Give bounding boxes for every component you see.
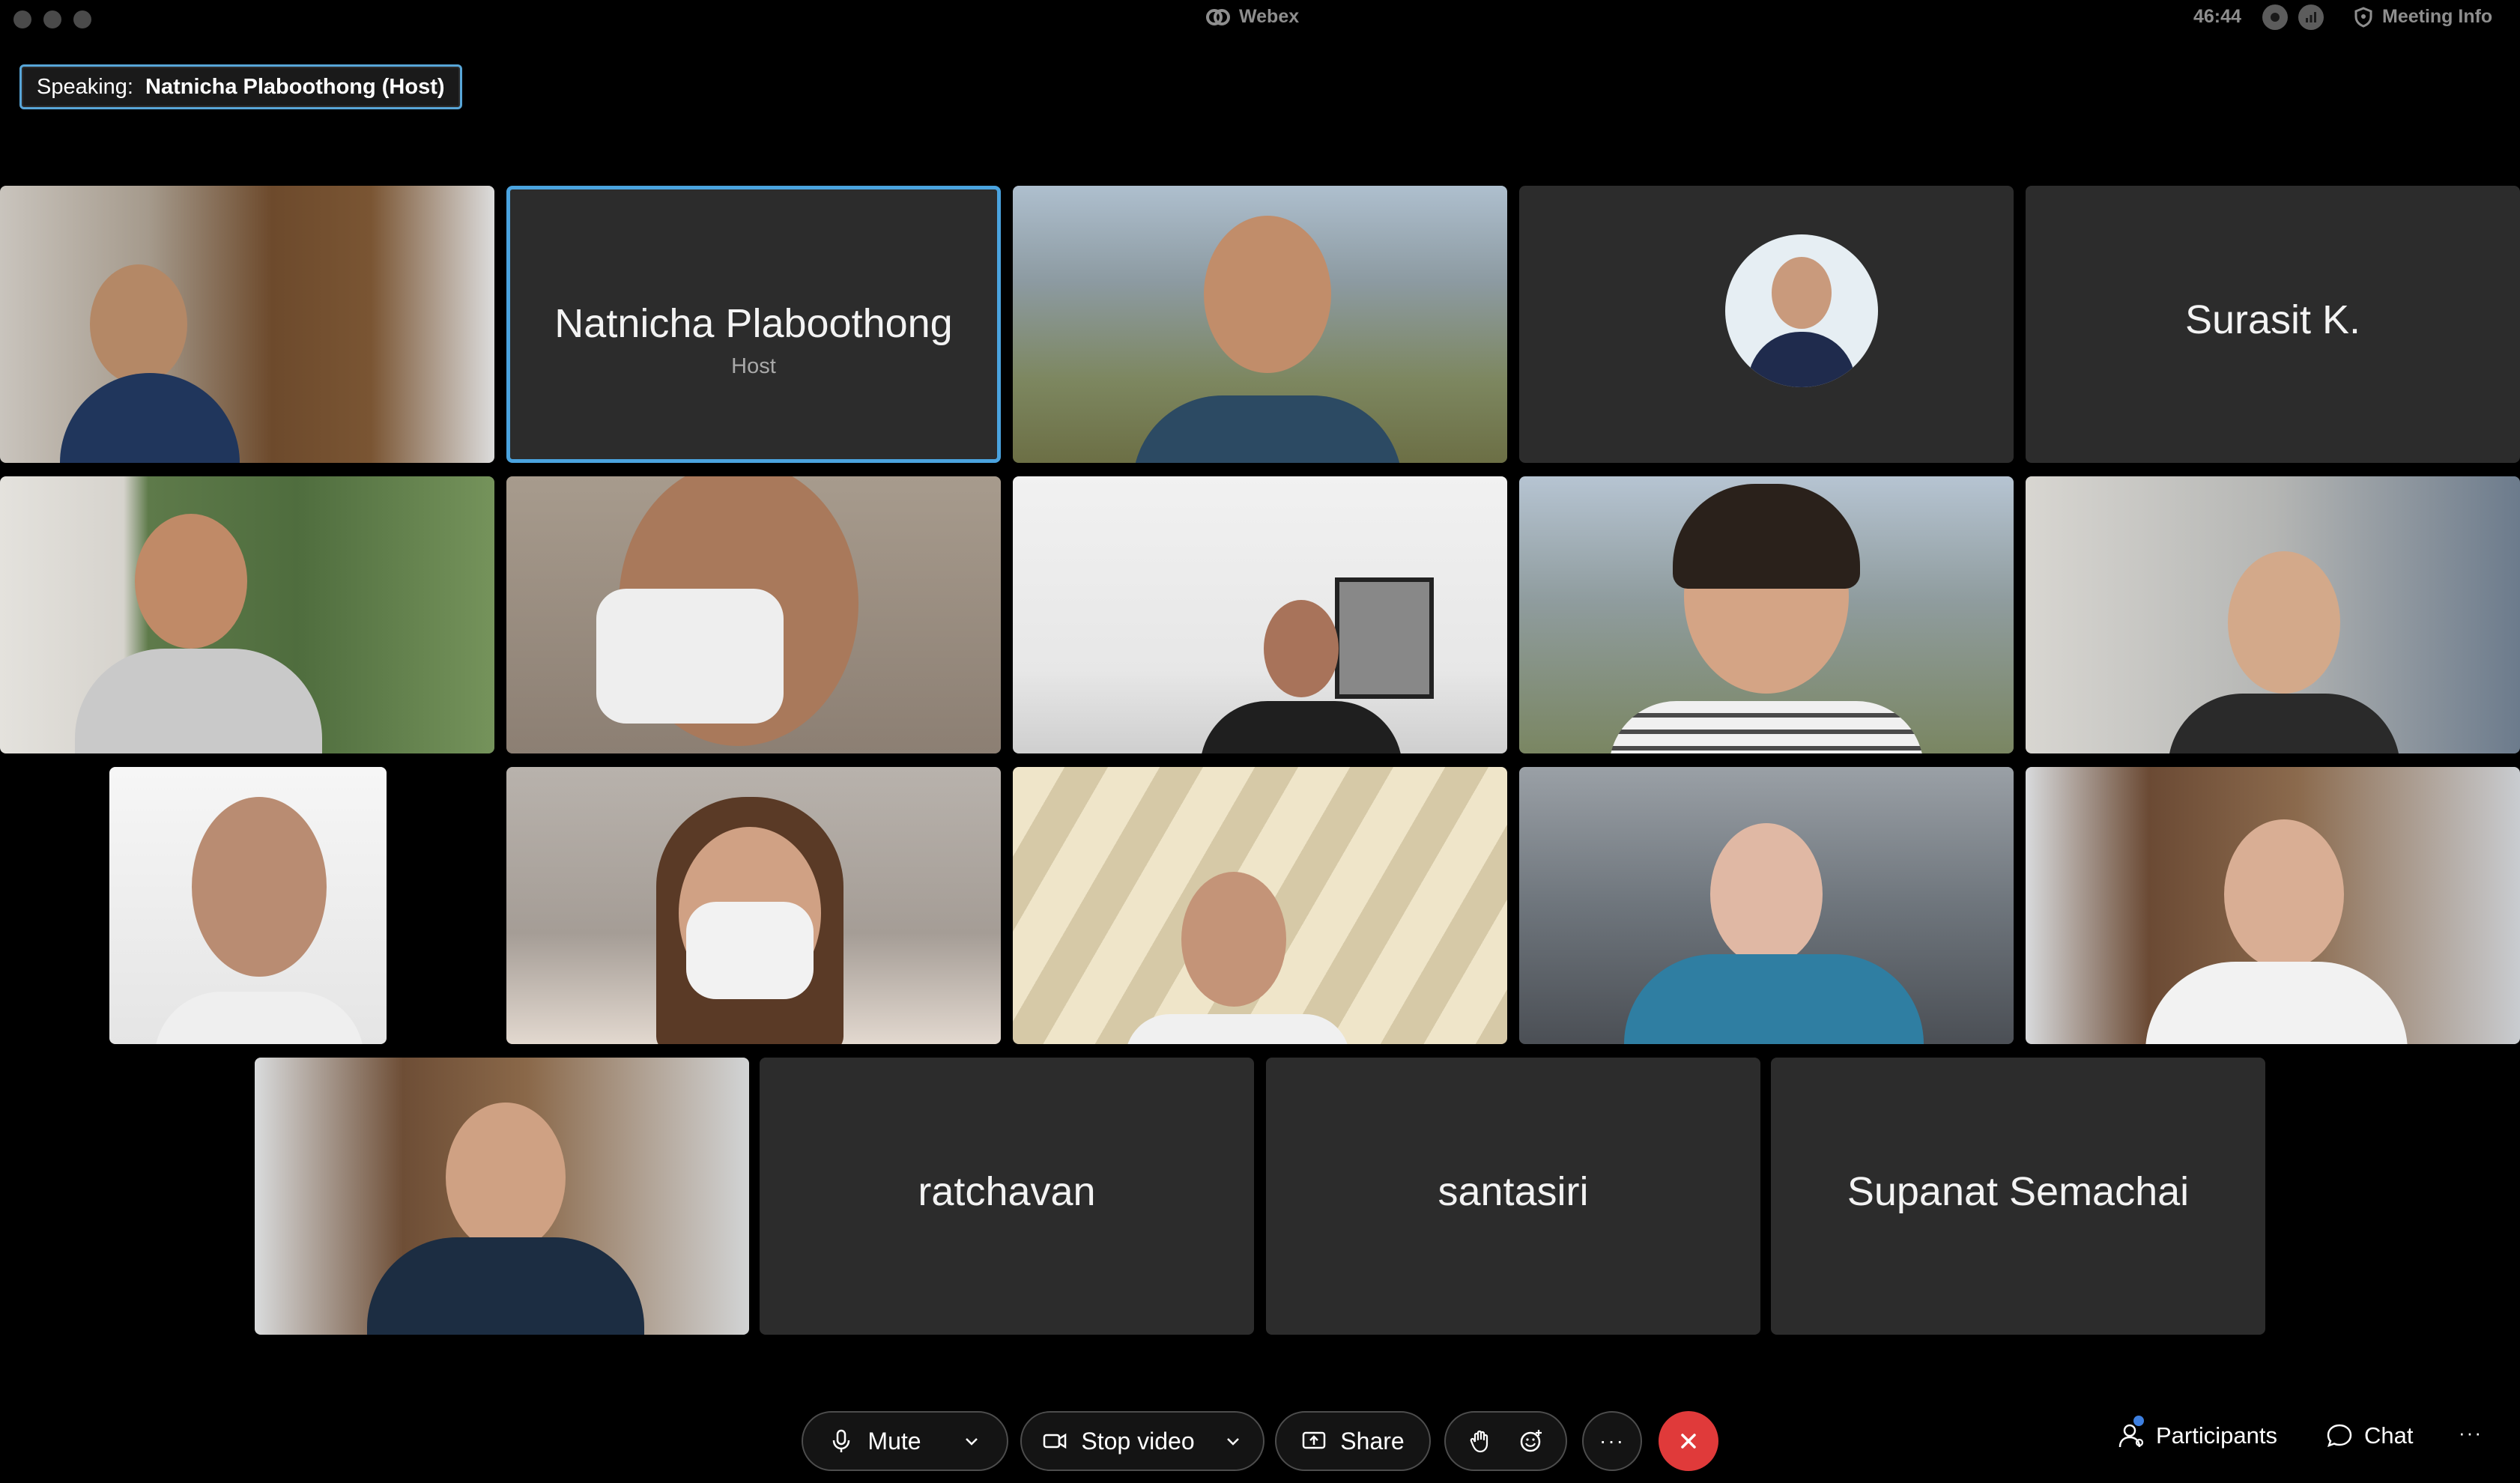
video-tile[interactable]	[1013, 476, 1507, 753]
participant-name: Surasit K.	[2184, 297, 2361, 342]
video-tile[interactable]: santasiri	[1266, 1058, 1760, 1335]
video-tile[interactable]	[506, 767, 1001, 1044]
video-tile[interactable]: Supanat Semachai	[1771, 1058, 2265, 1335]
avatar	[1725, 234, 1878, 387]
participants-button[interactable]: Participants	[2117, 1416, 2277, 1450]
participant-head	[1181, 872, 1286, 1007]
reactions-group	[1444, 1411, 1567, 1471]
participant-body	[1624, 954, 1924, 1044]
close-icon	[1681, 1434, 1696, 1449]
participant-head	[2224, 819, 2344, 969]
network-stats-icon[interactable]	[2298, 4, 2324, 30]
meeting-info-button[interactable]: Meeting Info	[2354, 6, 2492, 28]
reactions-icon[interactable]	[1518, 1428, 1544, 1454]
more-options-button[interactable]: ···	[1582, 1411, 1642, 1471]
overflow-label: ···	[2459, 1422, 2483, 1444]
video-tile[interactable]	[506, 476, 1001, 753]
minimize-window-button[interactable]	[43, 10, 61, 28]
video-tile[interactable]	[0, 476, 494, 753]
host-name: Natnicha Plaboothong	[554, 301, 953, 346]
participant-head	[192, 797, 327, 977]
video-tile[interactable]	[1519, 767, 2014, 1044]
participant-name: ratchavan	[918, 1169, 1096, 1214]
video-tile[interactable]	[109, 767, 387, 1044]
video-tile[interactable]: ratchavan	[760, 1058, 1254, 1335]
title-bar: Webex 46:44 Meeting Info	[0, 0, 2520, 37]
recording-status-icon[interactable]	[2262, 4, 2288, 30]
stop-video-button[interactable]: Stop video	[1020, 1411, 1264, 1471]
notification-dot	[2133, 1416, 2144, 1426]
zoom-window-button[interactable]	[73, 10, 91, 28]
video-camera-icon	[1044, 1433, 1067, 1449]
speaking-indicator: Speaking: Natnicha Plaboothong (Host)	[19, 64, 462, 109]
face-mask	[686, 902, 814, 999]
participant-head	[446, 1103, 566, 1252]
participant-body	[367, 1237, 644, 1335]
participant-body	[1609, 701, 1924, 753]
video-tile[interactable]	[2026, 476, 2520, 753]
participants-icon	[2118, 1424, 2144, 1448]
chevron-down-icon[interactable]	[1223, 1431, 1243, 1451]
face-mask	[596, 589, 784, 724]
raise-hand-icon[interactable]	[1468, 1428, 1493, 1454]
window	[1335, 577, 1434, 699]
participant-head	[1264, 600, 1339, 697]
app-title-text: Webex	[1239, 6, 1300, 27]
participant-head	[2228, 551, 2340, 694]
share-screen-icon	[1303, 1431, 1326, 1449]
video-tile[interactable]	[1013, 767, 1507, 1044]
close-window-button[interactable]	[13, 10, 31, 28]
video-tile-host[interactable]: Natnicha Plaboothong Host	[506, 186, 1001, 463]
video-tile[interactable]: Surasit K.	[2026, 186, 2520, 463]
chat-button[interactable]: Chat	[2325, 1422, 2413, 1450]
chat-bubble-icon	[2327, 1424, 2352, 1448]
more-label: ···	[1599, 1429, 1625, 1452]
share-label: Share	[1340, 1427, 1405, 1455]
meeting-timer: 46:44	[2193, 6, 2241, 27]
participant-name: Supanat Semachai	[1847, 1169, 2190, 1214]
chat-label: Chat	[2364, 1422, 2414, 1449]
video-tile[interactable]	[2026, 767, 2520, 1044]
microphone-icon	[833, 1429, 850, 1452]
participant-head	[135, 514, 247, 649]
participant-name: santasiri	[1438, 1169, 1589, 1214]
share-button[interactable]: Share	[1275, 1411, 1431, 1471]
speaking-prefix: Speaking:	[37, 74, 133, 99]
video-tile[interactable]	[1013, 186, 1507, 463]
app-title: Webex	[1206, 6, 1299, 28]
video-tile[interactable]	[0, 186, 494, 463]
end-call-button[interactable]	[1659, 1411, 1718, 1471]
shield-icon	[2354, 6, 2372, 28]
speaking-name: Natnicha Plaboothong (Host)	[145, 74, 445, 99]
host-role: Host	[731, 354, 776, 378]
video-tile[interactable]	[1519, 476, 2014, 753]
mute-label: Mute	[867, 1427, 921, 1455]
mute-button[interactable]: Mute	[802, 1411, 1008, 1471]
overflow-menu-button[interactable]: ···	[2459, 1422, 2483, 1445]
participant-head	[90, 264, 187, 384]
video-tile[interactable]	[255, 1058, 749, 1335]
participant-head	[1710, 823, 1823, 965]
participants-label: Participants	[2156, 1422, 2277, 1449]
webex-logo-icon	[1206, 8, 1230, 25]
video-tile[interactable]	[1519, 186, 2014, 463]
chevron-down-icon[interactable]	[962, 1431, 981, 1451]
participant-head	[1204, 216, 1331, 373]
participant-body	[1125, 1014, 1350, 1044]
meeting-info-label: Meeting Info	[2382, 6, 2493, 27]
stop-video-label: Stop video	[1081, 1427, 1195, 1455]
